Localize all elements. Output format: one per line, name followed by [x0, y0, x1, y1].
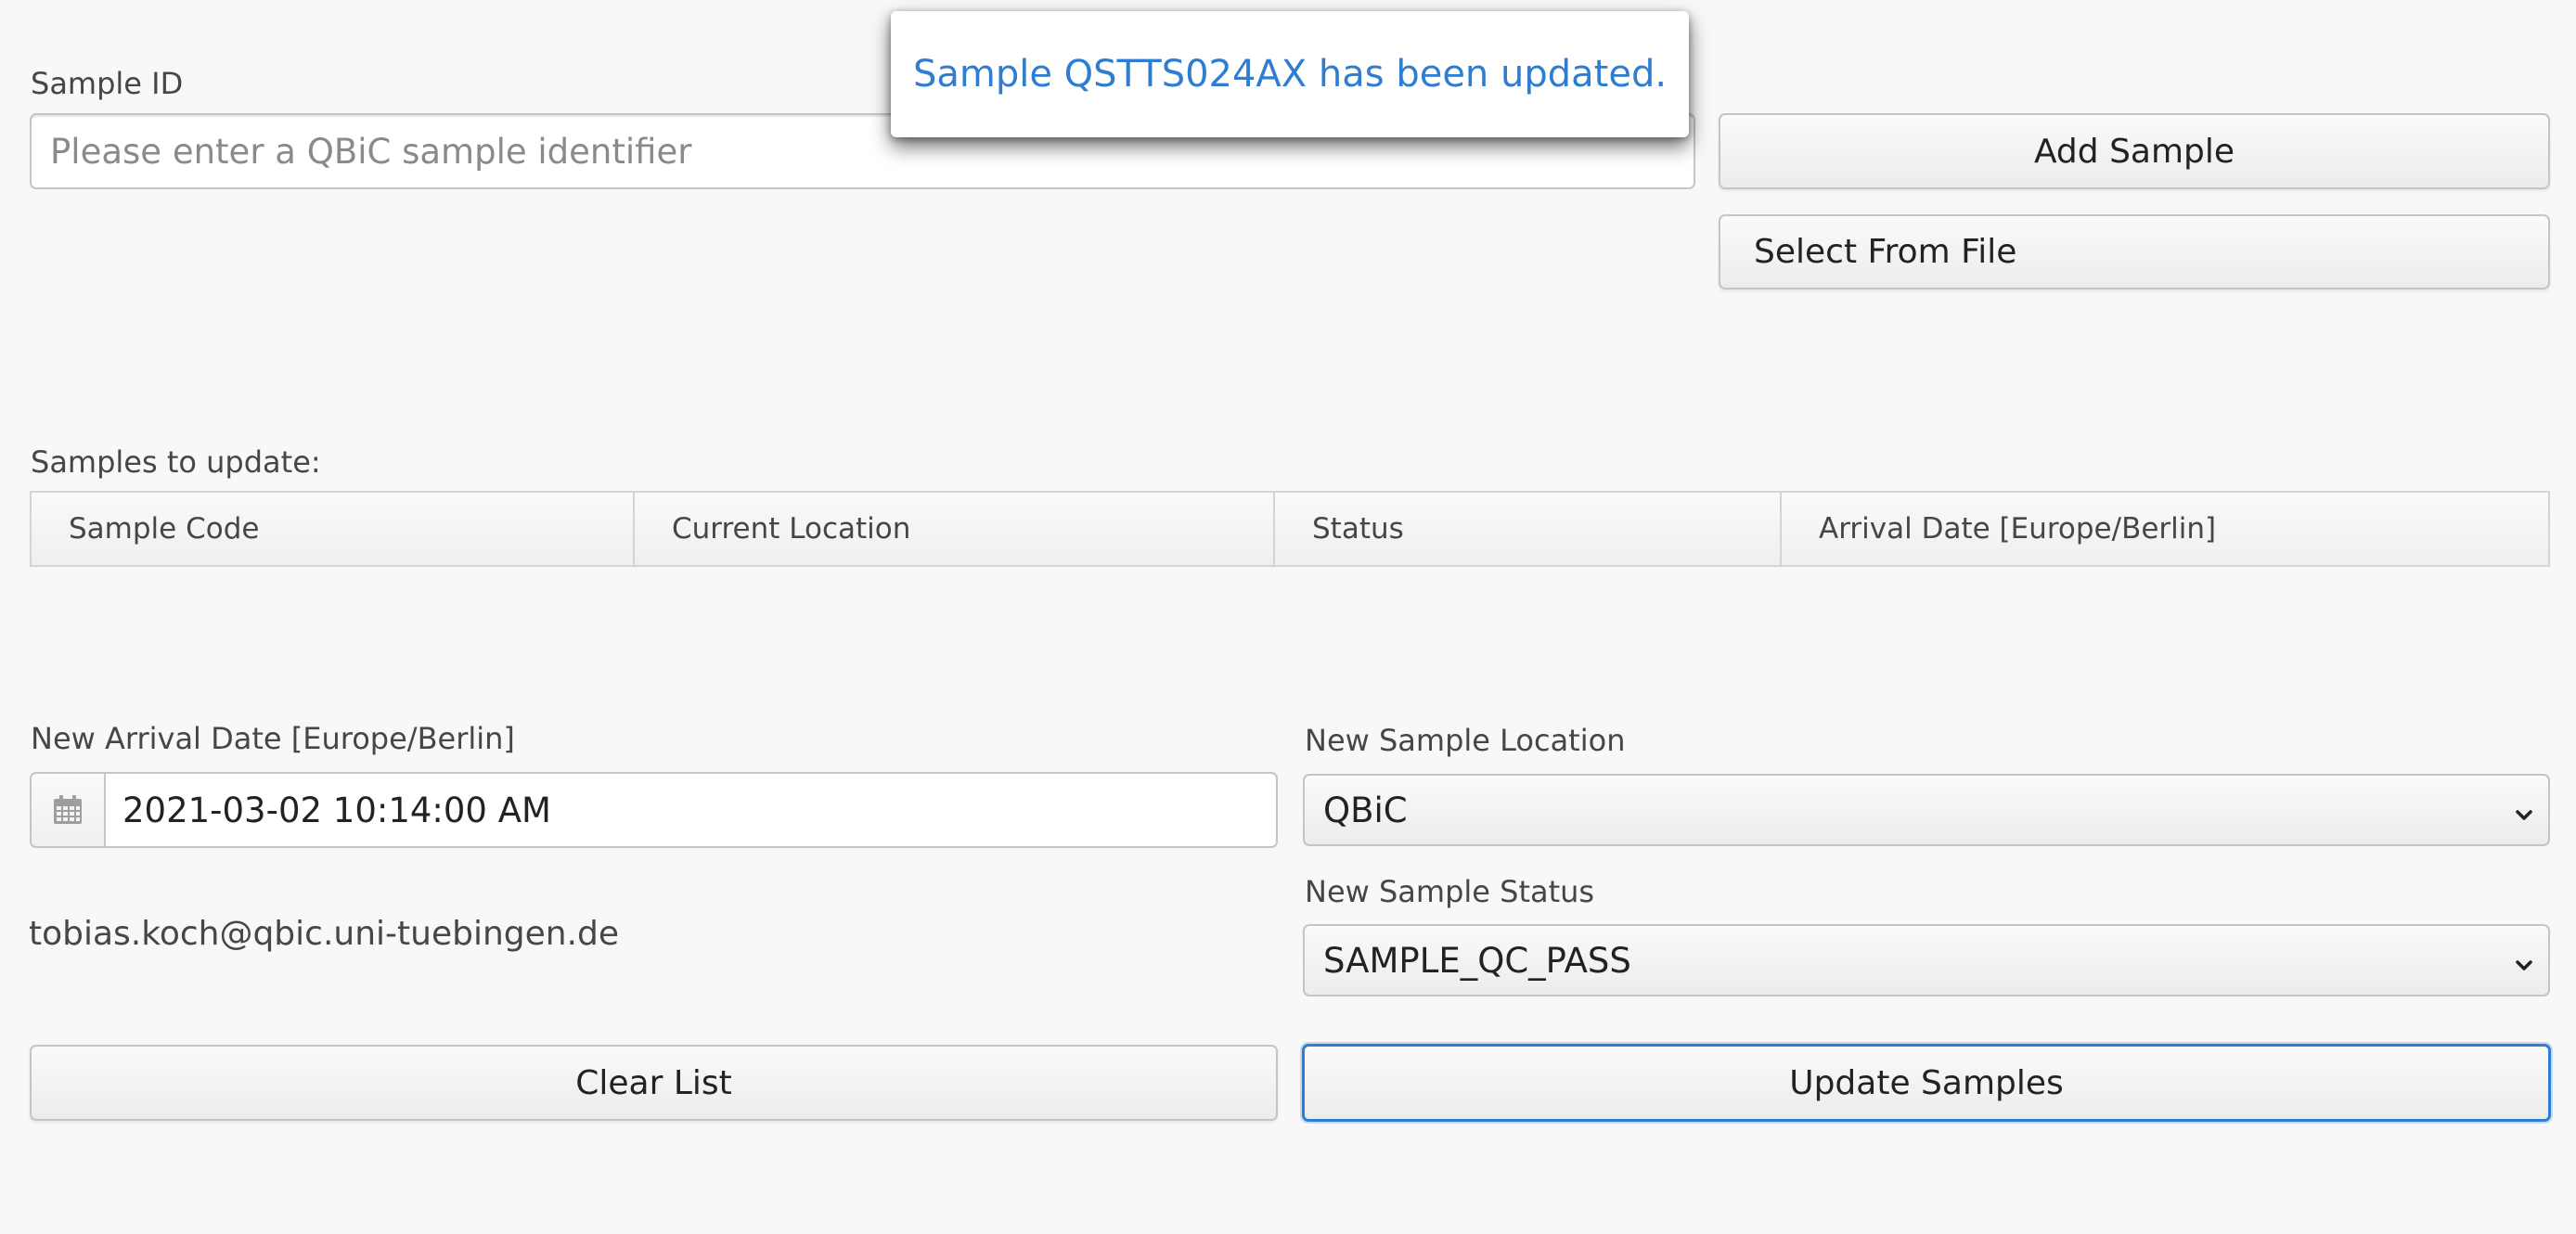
sample-status-select[interactable]: SAMPLE_QC_PASS	[1303, 924, 2550, 996]
arrival-date-label: New Arrival Date [Europe/Berlin]	[31, 721, 515, 756]
update-samples-button[interactable]: Update Samples	[1302, 1044, 2551, 1122]
column-header-current-location[interactable]: Current Location	[635, 493, 1275, 565]
samples-table-caption: Samples to update:	[31, 444, 321, 480]
chevron-down-icon	[2511, 797, 2537, 823]
column-header-status[interactable]: Status	[1275, 493, 1782, 565]
clear-list-button[interactable]: Clear List	[30, 1045, 1278, 1121]
notification-message: Sample QSTTS024AX has been updated.	[912, 53, 1668, 96]
calendar-icon	[52, 794, 84, 826]
calendar-button[interactable]	[32, 774, 106, 846]
select-from-file-button[interactable]: Select From File	[1719, 214, 2550, 289]
sample-status-label: New Sample Status	[1305, 874, 1595, 909]
arrival-date-field[interactable]: 2021-03-02 10:14:00 AM	[30, 772, 1278, 848]
column-header-sample-code[interactable]: Sample Code	[32, 493, 635, 565]
add-sample-button[interactable]: Add Sample	[1719, 113, 2550, 189]
column-header-arrival-date[interactable]: Arrival Date [Europe/Berlin]	[1782, 493, 2548, 565]
sample-status-selected-value: SAMPLE_QC_PASS	[1323, 940, 1631, 981]
sample-tracking-updater-page: Sample ID Add Sample Select From File Sa…	[0, 0, 2576, 1234]
update-notification[interactable]: Sample QSTTS024AX has been updated.	[891, 11, 1689, 137]
chevron-down-icon	[2511, 947, 2537, 973]
sample-location-selected-value: QBiC	[1323, 790, 1408, 830]
arrival-date-value[interactable]: 2021-03-02 10:14:00 AM	[106, 774, 551, 846]
sample-location-select[interactable]: QBiC	[1303, 774, 2550, 846]
samples-table-header: Sample Code Current Location Status Arri…	[30, 491, 2550, 567]
sample-id-label: Sample ID	[31, 66, 184, 101]
sample-location-label: New Sample Location	[1305, 723, 1626, 758]
user-email: tobias.koch@qbic.uni-tuebingen.de	[29, 915, 620, 953]
